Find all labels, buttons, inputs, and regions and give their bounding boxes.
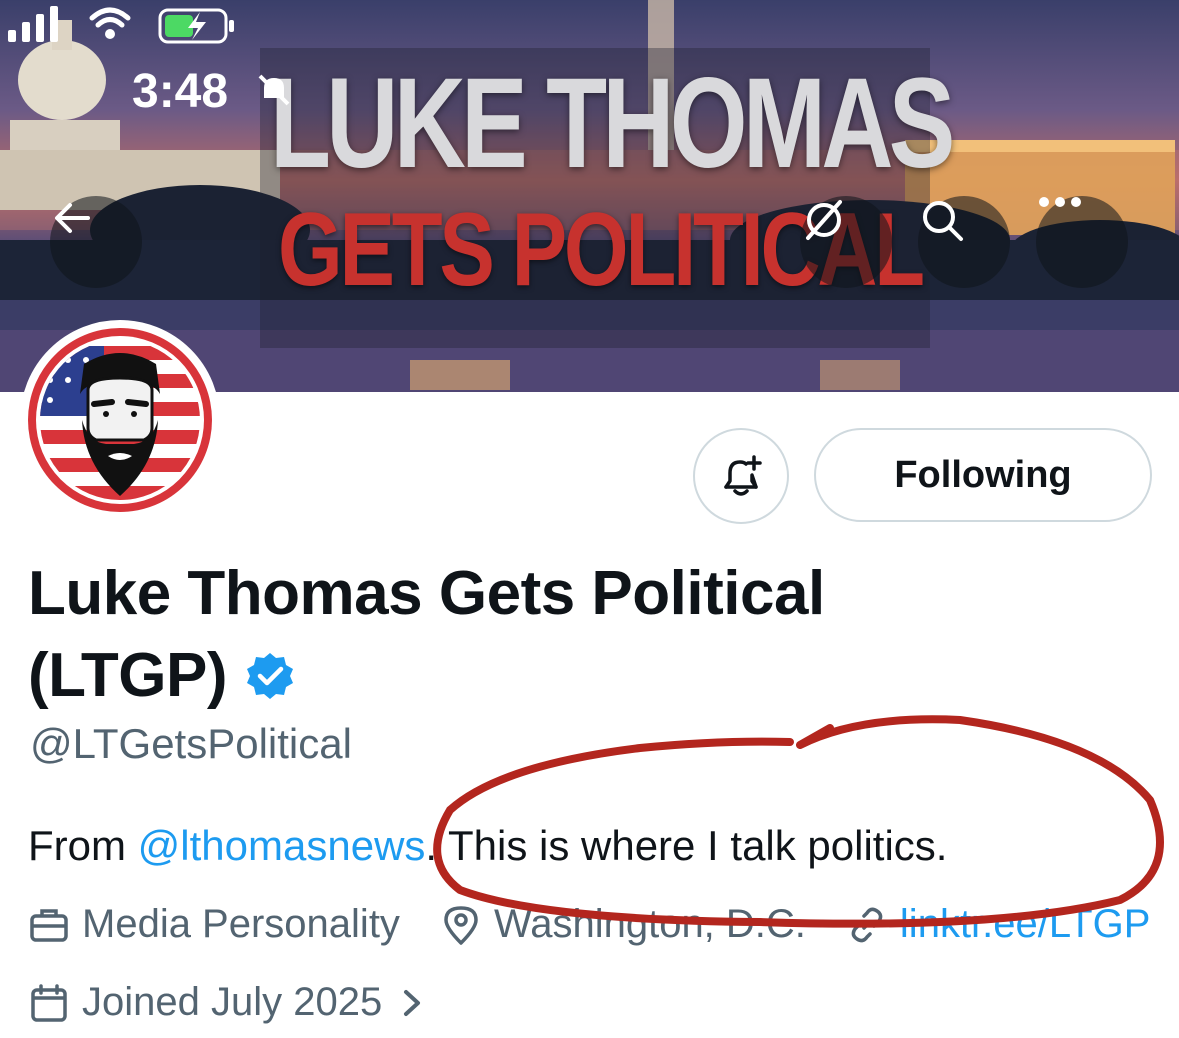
briefcase-icon <box>30 908 68 942</box>
avatar-image <box>28 328 212 512</box>
category-text: Media Personality <box>82 902 400 946</box>
display-name-line-1: Luke Thomas Gets Political <box>28 559 825 628</box>
location-pin-icon <box>444 905 478 945</box>
chevron-right-icon <box>404 989 421 1016</box>
bio-mention-link[interactable]: @lthomasnews <box>138 822 426 869</box>
joined-row[interactable]: Joined July 2025 <box>28 980 436 1025</box>
search-button[interactable] <box>918 196 1010 288</box>
more-icon <box>1039 197 1081 207</box>
status-icons <box>8 6 234 44</box>
bio-suffix: . This is where I talk politics. <box>425 822 948 869</box>
website-link[interactable]: linktr.ee/LTGP <box>900 902 1150 947</box>
display-name-abbrev: (LTGP) <box>28 641 228 710</box>
link-icon <box>851 907 883 942</box>
following-button[interactable]: Following <box>814 428 1152 522</box>
website-item[interactable]: linktr.ee/LTGP <box>846 902 1150 947</box>
grok-button[interactable] <box>800 196 892 288</box>
banner-title-line-2: GETS POLITICAL <box>278 192 925 308</box>
profile-meta-row: Media Personality Washington, D.C. linkt… <box>28 902 1150 947</box>
bell-plus-icon <box>724 455 762 496</box>
search-icon <box>923 201 963 241</box>
back-button[interactable] <box>50 196 142 288</box>
avatar[interactable] <box>20 320 220 520</box>
notifications-button[interactable] <box>693 428 789 524</box>
joined-text: Joined July 2025 <box>82 980 383 1024</box>
silent-mode-icon <box>258 74 290 106</box>
bio-prefix: From <box>28 822 138 869</box>
calendar-icon <box>31 983 67 1022</box>
profile-bio: From @lthomasnews. This is where I talk … <box>28 822 947 870</box>
verified-badge-icon[interactable] <box>245 651 295 701</box>
banner-title-line-1: LUKE THOMAS <box>270 52 955 195</box>
status-time: 3:48 <box>132 65 229 118</box>
user-handle: @LTGetsPolitical <box>30 720 352 767</box>
grok-icon <box>806 200 842 240</box>
category-item: Media Personality <box>28 902 400 947</box>
arrow-left-icon <box>55 203 90 233</box>
location-item: Washington, D.C. <box>440 902 806 947</box>
joined-item[interactable]: Joined July 2025 <box>28 980 436 1025</box>
more-button[interactable] <box>1036 196 1128 288</box>
display-name-line-2: (LTGP) <box>28 640 295 711</box>
location-text: Washington, D.C. <box>493 902 806 946</box>
